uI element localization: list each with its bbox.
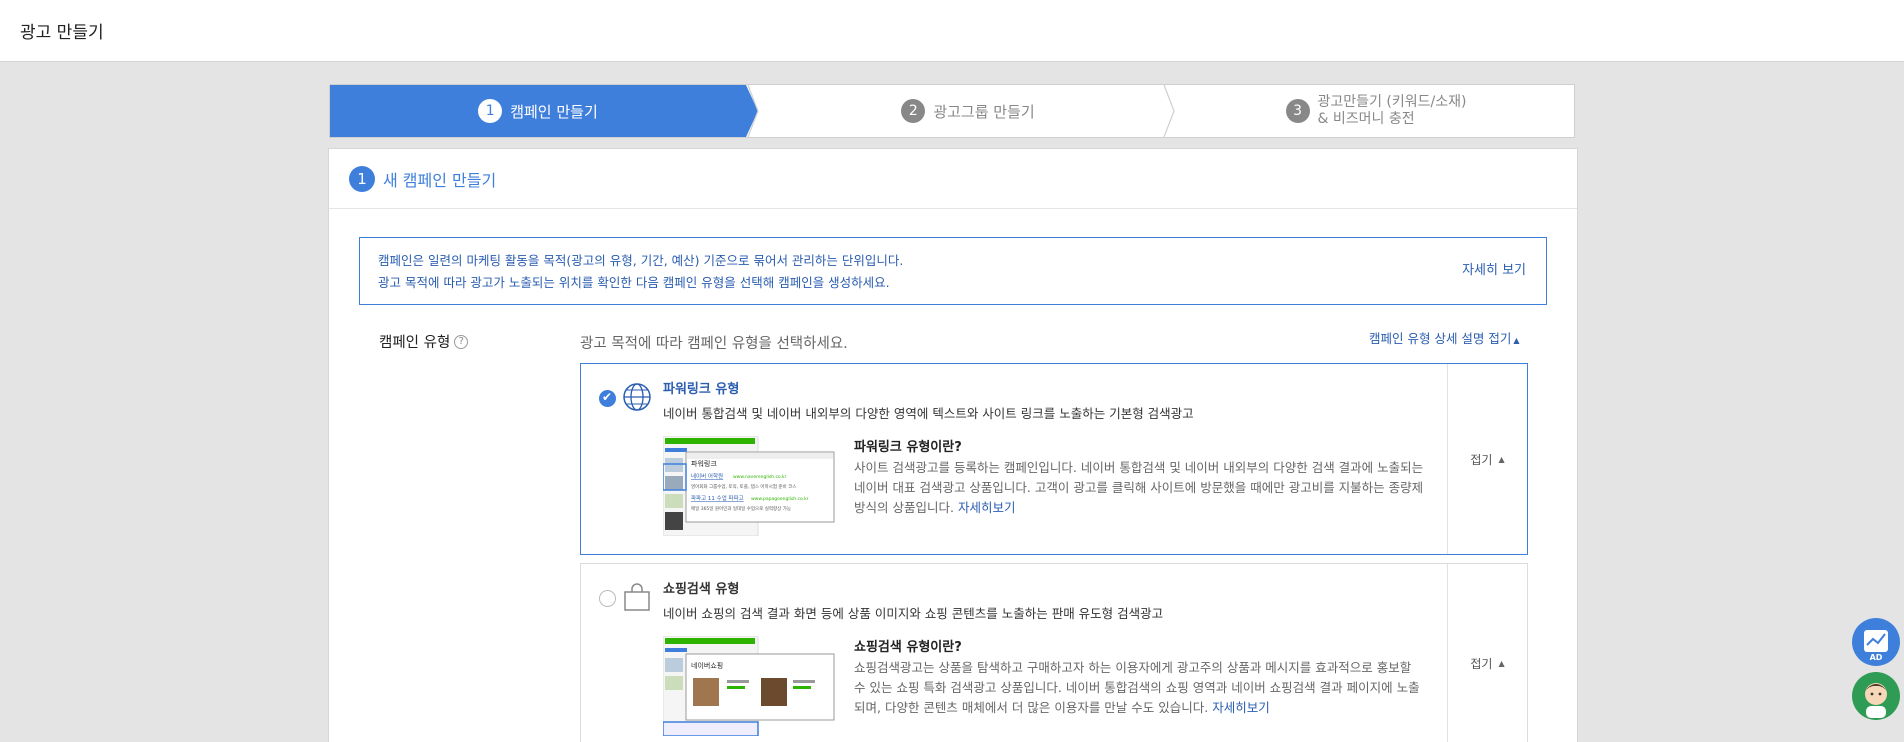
- thumb-ad1-title: 네이버 어학원: [691, 472, 723, 480]
- top-header: 광고 만들기: [0, 0, 1904, 62]
- page-title: 광고 만들기: [20, 23, 104, 43]
- step-number: 2: [901, 99, 926, 123]
- thumb-ad2-url: www.papagoenglish.co.kr: [751, 496, 809, 502]
- help-avatar-fab[interactable]: [1852, 672, 1900, 720]
- sub-desc-text: 쇼핑검색광고는 상품을 탐색하고 구매하고자 하는 이용자에게 광고주의 상품과…: [854, 660, 1420, 715]
- detail-toggle-label: 캠페인 유형 상세 설명 접기: [1369, 331, 1512, 346]
- info-more-link[interactable]: 자세히 보기: [1462, 260, 1526, 282]
- more-link[interactable]: 자세히보기: [958, 500, 1016, 515]
- radio-selected[interactable]: [599, 390, 616, 407]
- fold-label: 접기: [1470, 452, 1493, 467]
- caret-up-icon: ▲: [1513, 336, 1520, 345]
- step-label-line2: & 비즈머니 충전: [1317, 111, 1415, 127]
- thumb-shopping-label: 네이버쇼핑: [691, 661, 723, 670]
- step-label-line1: 광고만들기 (키워드/소재): [1317, 94, 1467, 110]
- help-icon[interactable]: ?: [454, 334, 469, 349]
- thumb-ad2-desc: 매일 365일 원어민과 일대일 수업으로 실력향상 가능: [691, 505, 791, 512]
- caret-up-icon: ▲: [1498, 454, 1505, 464]
- ad-chart-fab[interactable]: AD: [1852, 618, 1900, 666]
- thumb-ad2-title: 파파고 11 수업 파파고: [691, 494, 744, 502]
- ad-label: AD: [1870, 653, 1883, 662]
- option-sub-title: 파워링크 유형이란?: [854, 440, 962, 455]
- powerlink-thumbnail: 파워링크 네이버 어학원 www.naverenglish.co.kr 영어회화…: [663, 436, 835, 536]
- step-label: 캠페인 만들기: [510, 102, 598, 121]
- fold-label: 접기: [1470, 656, 1493, 671]
- step-ads-bizmoney[interactable]: 3 광고만들기 (키워드/소재) & 비즈머니 충전: [1176, 85, 1576, 137]
- campaign-instruction: 광고 목적에 따라 캠페인 유형을 선택하세요.: [580, 336, 848, 352]
- more-link[interactable]: 자세히보기: [1212, 700, 1270, 715]
- step-progress: 1 캠페인 만들기 2 광고그룹 만들기 3 광고만들기 (키워드/소재) & …: [329, 84, 1575, 138]
- option-sub-description: 사이트 검색광고를 등록하는 캠페인입니다. 네이버 통합검색 및 네이버 내외…: [854, 458, 1424, 518]
- chart-ad-icon: AD: [1864, 630, 1888, 662]
- shopping-bag-icon: [624, 583, 650, 611]
- step-number: 3: [1285, 99, 1310, 123]
- option-sub-title: 쇼핑검색 유형이란?: [854, 640, 962, 655]
- info-line-1: 캠페인은 일련의 마케팅 활동을 목적(광고의 유형, 기간, 예산) 기준으로…: [378, 253, 904, 268]
- campaign-card: 1 새 캠페인 만들기 캠페인은 일련의 마케팅 활동을 목적(광고의 유형, …: [328, 148, 1578, 742]
- radio-unselected[interactable]: [599, 590, 616, 607]
- detail-toggle-link[interactable]: 캠페인 유형 상세 설명 접기 ▲: [1369, 328, 1520, 347]
- option-title: 쇼핑검색 유형: [663, 582, 740, 597]
- section-number: 1: [349, 165, 375, 192]
- option-description: 네이버 쇼핑의 검색 결과 화면 등에 상품 이미지와 쇼핑 콘텐츠를 노출하는…: [663, 606, 1164, 621]
- shopping-thumbnail: 네이버쇼핑: [663, 636, 835, 736]
- sub-desc-text: 사이트 검색광고를 등록하는 캠페인입니다. 네이버 통합검색 및 네이버 내외…: [854, 460, 1424, 515]
- section-title: 새 캠페인 만들기: [383, 170, 497, 190]
- step-divider-chevron: [1163, 85, 1175, 137]
- thumb-ad1-url: www.naverenglish.co.kr: [733, 474, 787, 480]
- step-label: 광고만들기 (키워드/소재) & 비즈머니 충전: [1318, 94, 1467, 128]
- campaign-option-powerlink[interactable]: 파워링크 유형 네이버 통합검색 및 네이버 내외부의 다양한 영역에 텍스트와…: [580, 363, 1528, 555]
- option-sub-description: 쇼핑검색광고는 상품을 탐색하고 구매하고자 하는 이용자에게 광고주의 상품과…: [854, 658, 1424, 718]
- info-line-2: 광고 목적에 따라 광고가 노출되는 위치를 확인한 다음 캠페인 유형을 선택…: [378, 275, 890, 290]
- section-header: 1 새 캠페인 만들기: [329, 149, 1577, 209]
- option-title: 파워링크 유형: [663, 382, 740, 397]
- step-label: 광고그룹 만들기: [933, 102, 1035, 121]
- option-description: 네이버 통합검색 및 네이버 내외부의 다양한 영역에 텍스트와 사이트 링크를…: [663, 406, 1194, 421]
- step-adgroup[interactable]: 2 광고그룹 만들기: [760, 85, 1176, 137]
- thumb-powerlink-label: 파워링크: [691, 459, 717, 468]
- avatar-icon: [1854, 674, 1898, 718]
- step-campaign[interactable]: 1 캠페인 만들기: [330, 85, 746, 137]
- step-number: 1: [478, 99, 503, 123]
- fold-button[interactable]: 접기 ▲: [1447, 364, 1527, 554]
- step-divider-chevron: [747, 85, 759, 137]
- campaign-option-shopping[interactable]: 쇼핑검색 유형 네이버 쇼핑의 검색 결과 화면 등에 상품 이미지와 쇼핑 콘…: [580, 563, 1528, 742]
- globe-icon: [623, 383, 651, 411]
- campaign-type-text: 캠페인 유형: [379, 335, 451, 351]
- info-box: 캠페인은 일련의 마케팅 활동을 목적(광고의 유형, 기간, 예산) 기준으로…: [359, 237, 1547, 305]
- campaign-type-label: 캠페인 유형 ?: [379, 331, 469, 352]
- fold-button[interactable]: 접기 ▲: [1447, 564, 1527, 742]
- thumb-ad1-desc: 영어회화 그룹수업, 토익, 토플, 텝스 어학시험 준비 코스: [691, 483, 796, 490]
- caret-up-icon: ▲: [1498, 658, 1505, 668]
